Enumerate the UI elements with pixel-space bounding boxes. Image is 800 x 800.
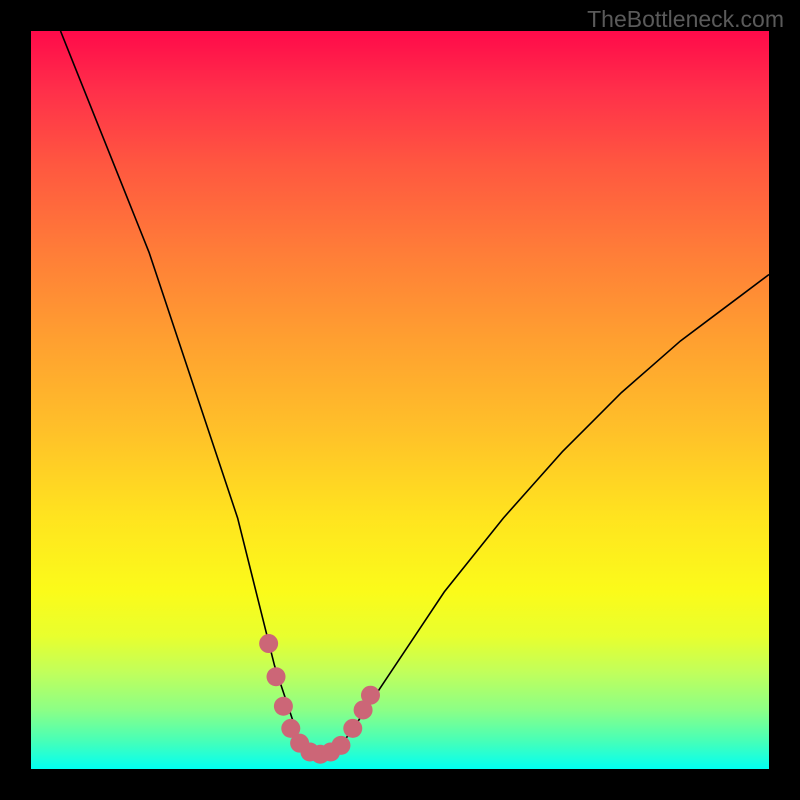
watermark-text: TheBottleneck.com [587, 6, 784, 33]
optimal-zone-marker [274, 697, 293, 716]
optimal-zone-marker [267, 667, 286, 686]
optimal-zone-marker [331, 736, 350, 755]
chart-svg [31, 31, 769, 769]
optimal-zone-marker [259, 634, 278, 653]
optimal-zone-marker [343, 719, 362, 738]
bottleneck-curve-line [61, 31, 769, 754]
optimal-zone-markers [259, 634, 380, 764]
optimal-zone-marker [361, 686, 380, 705]
chart-plot-area [31, 31, 769, 769]
